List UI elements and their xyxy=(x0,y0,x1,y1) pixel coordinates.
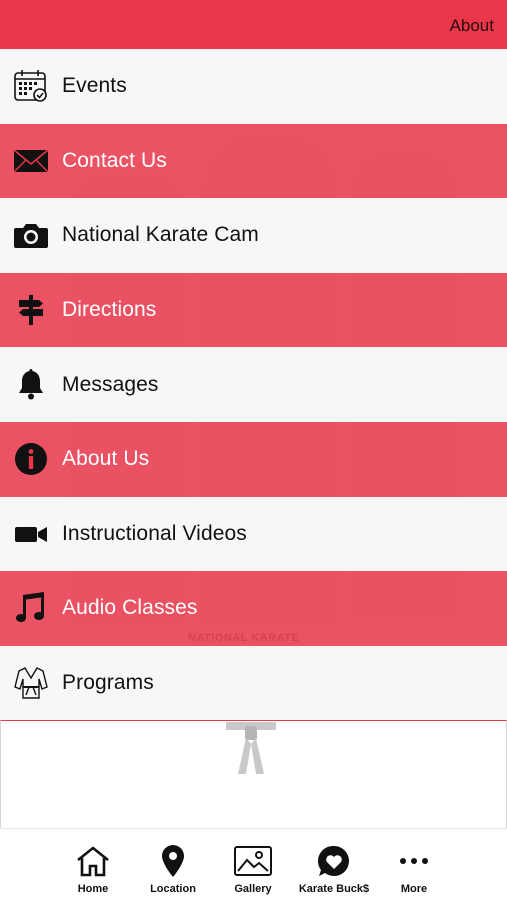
menu-item-label: Directions xyxy=(62,298,157,322)
menu-item-label: Messages xyxy=(62,372,159,396)
tab-label: Karate Buck$ xyxy=(298,883,370,895)
envelope-icon xyxy=(13,143,49,179)
map-pin-icon xyxy=(133,843,213,879)
tab-label: More xyxy=(400,883,428,895)
tab-label: Location xyxy=(150,883,196,895)
karate-gi-icon xyxy=(13,665,49,701)
signpost-icon xyxy=(13,292,49,328)
menu-item-contact-us[interactable]: Contact Us xyxy=(0,123,507,199)
menu-item-events[interactable]: Events xyxy=(0,49,507,124)
menu-item-programs[interactable]: Programs xyxy=(0,645,507,721)
menu-item-label: About Us xyxy=(62,447,150,471)
image-icon xyxy=(213,843,293,879)
video-camera-icon xyxy=(13,516,49,552)
tab-label: Gallery xyxy=(234,883,272,895)
tab-karate-bucks[interactable]: Karate Buck$ xyxy=(294,843,374,895)
calendar-icon xyxy=(13,68,49,104)
heart-bubble-icon xyxy=(294,843,374,879)
about-link[interactable]: About xyxy=(450,16,494,36)
info-icon xyxy=(13,441,49,477)
karate-belt-icon xyxy=(226,722,276,776)
more-dots-icon xyxy=(374,843,454,879)
menu-item-messages[interactable]: Messages xyxy=(0,347,507,422)
menu-item-instructional-videos[interactable]: Instructional Videos xyxy=(0,496,507,572)
music-note-icon xyxy=(13,590,49,626)
tab-more[interactable]: More xyxy=(374,843,454,895)
bottom-tab-bar: Home Location Gallery Karate Buck$ More xyxy=(0,828,507,901)
menu-item-about-us[interactable]: About Us xyxy=(0,421,507,497)
main-menu: Events Contact Us National Karate Cam Di… xyxy=(0,49,507,721)
menu-item-label: Contact Us xyxy=(62,148,167,172)
home-icon xyxy=(53,843,133,879)
background-logo-text: NATIONAL KARATE xyxy=(188,632,300,644)
bell-icon xyxy=(13,367,49,403)
menu-item-directions[interactable]: Directions xyxy=(0,272,507,348)
camera-icon xyxy=(13,217,49,253)
top-bar: About xyxy=(0,0,507,49)
menu-item-label: Events xyxy=(62,74,127,98)
menu-item-national-karate-cam[interactable]: National Karate Cam xyxy=(0,198,507,273)
menu-item-label: Audio Classes xyxy=(62,596,198,620)
menu-item-label: Programs xyxy=(62,671,154,695)
tab-label: Home xyxy=(77,883,109,895)
menu-item-label: Instructional Videos xyxy=(62,521,247,545)
tab-location[interactable]: Location xyxy=(133,843,213,895)
tab-gallery[interactable]: Gallery xyxy=(213,843,293,895)
menu-item-label: National Karate Cam xyxy=(62,223,259,247)
tab-home[interactable]: Home xyxy=(53,843,133,895)
